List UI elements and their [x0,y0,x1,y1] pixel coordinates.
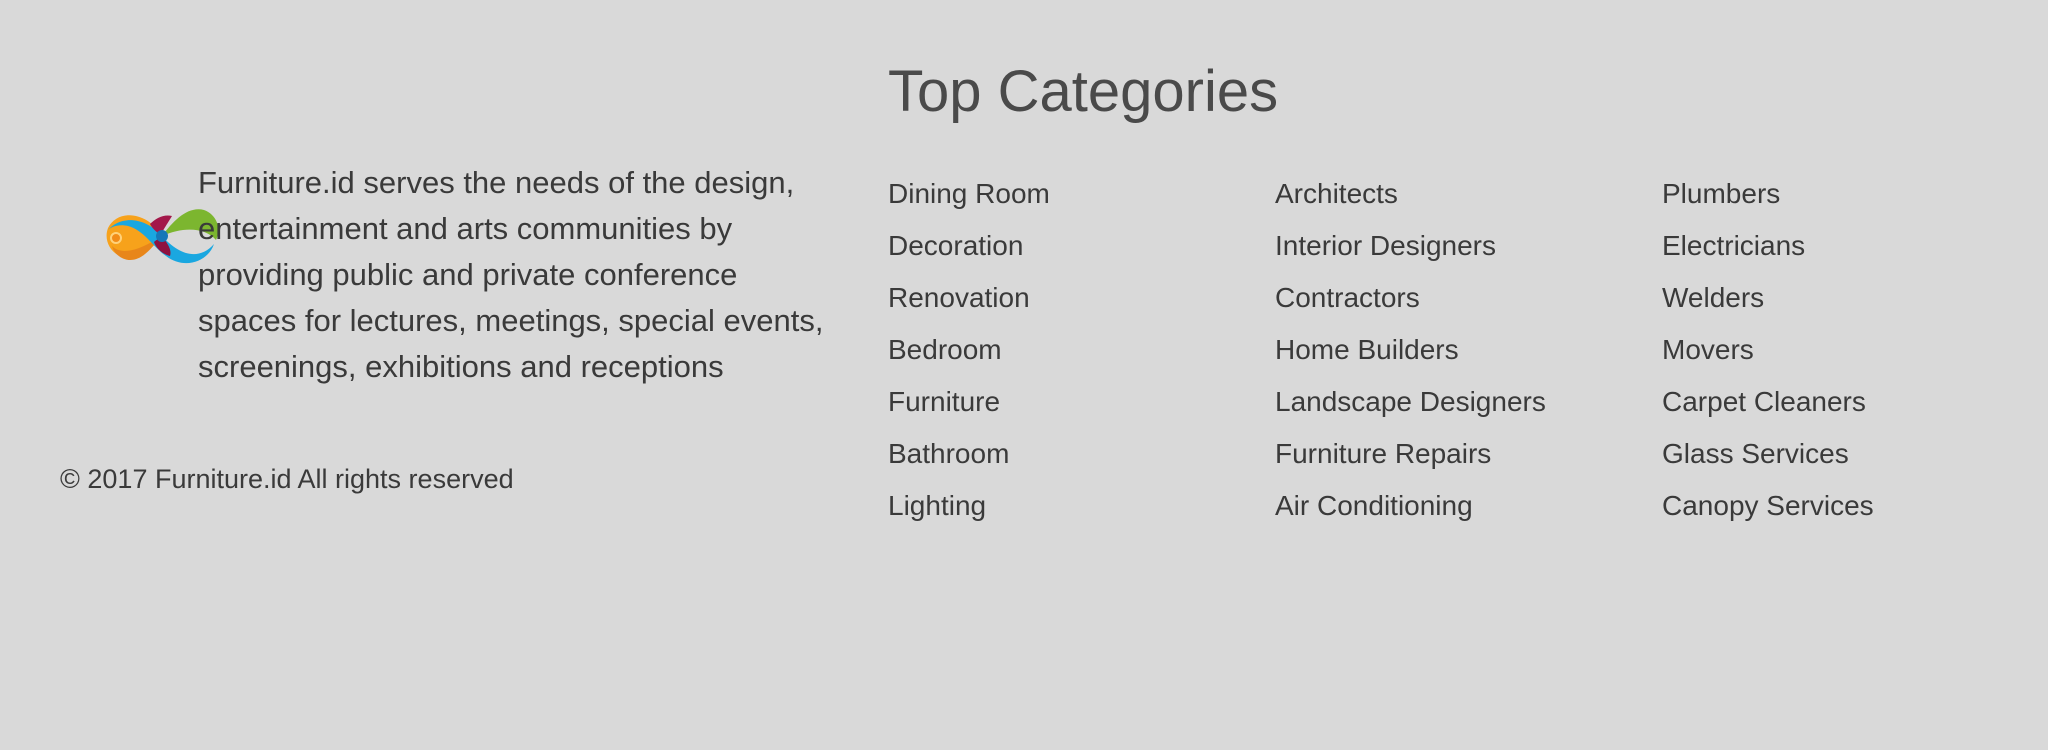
category-link-carpet-cleaners[interactable]: Carpet Cleaners [1662,386,1866,417]
about-description: Furniture.id serves the needs of the des… [198,165,824,384]
category-item: Canopy Services [1662,480,2032,532]
category-item: Bathroom [888,428,1258,480]
category-link-plumbers[interactable]: Plumbers [1662,178,1780,209]
category-item: Architects [1275,168,1645,220]
category-link-furniture-repairs[interactable]: Furniture Repairs [1275,438,1491,469]
category-link-movers[interactable]: Movers [1662,334,1754,365]
category-link-bedroom[interactable]: Bedroom [888,334,1002,365]
category-item: Contractors [1275,272,1645,324]
category-link-contractors[interactable]: Contractors [1275,282,1420,313]
category-item: Home Builders [1275,324,1645,376]
category-link-architects[interactable]: Architects [1275,178,1398,209]
category-link-renovation[interactable]: Renovation [888,282,1030,313]
category-link-home-builders[interactable]: Home Builders [1275,334,1459,365]
category-item: Dining Room [888,168,1258,220]
category-item: Glass Services [1662,428,2032,480]
category-link-landscape-designers[interactable]: Landscape Designers [1275,386,1546,417]
category-item: Air Conditioning [1275,480,1645,532]
category-link-air-conditioning[interactable]: Air Conditioning [1275,490,1473,521]
category-link-dining-room[interactable]: Dining Room [888,178,1050,209]
category-item: Interior Designers [1275,220,1645,272]
category-column-3: Plumbers Electricians Welders Movers Car… [1662,168,2032,532]
category-link-bathroom[interactable]: Bathroom [888,438,1009,469]
category-column-1: Dining Room Decoration Renovation Bedroo… [888,168,1258,532]
category-link-furniture[interactable]: Furniture [888,386,1000,417]
top-categories-title: Top Categories [888,59,1279,124]
category-item: Landscape Designers [1275,376,1645,428]
category-item: Furniture Repairs [1275,428,1645,480]
category-item: Welders [1662,272,2032,324]
category-link-welders[interactable]: Welders [1662,282,1764,313]
category-link-lighting[interactable]: Lighting [888,490,986,521]
category-item: Decoration [888,220,1258,272]
category-item: Furniture [888,376,1258,428]
category-item: Bedroom [888,324,1258,376]
category-item: Lighting [888,480,1258,532]
copyright-text: © 2017 Furniture.id All rights reserved [60,464,514,494]
category-item: Movers [1662,324,2032,376]
category-column-2: Architects Interior Designers Contractor… [1275,168,1645,532]
category-link-decoration[interactable]: Decoration [888,230,1023,261]
category-item: Electricians [1662,220,2032,272]
category-item: Carpet Cleaners [1662,376,2032,428]
category-link-electricians[interactable]: Electricians [1662,230,1805,261]
category-item: Plumbers [1662,168,2032,220]
site-footer: Furniture.id serves the needs of the des… [0,0,2048,750]
category-item: Renovation [888,272,1258,324]
category-link-interior-designers[interactable]: Interior Designers [1275,230,1496,261]
category-link-canopy-services[interactable]: Canopy Services [1662,490,1874,521]
category-link-glass-services[interactable]: Glass Services [1662,438,1849,469]
top-categories-section: Top Categories Dining Room Decoration Re… [888,52,2008,521]
